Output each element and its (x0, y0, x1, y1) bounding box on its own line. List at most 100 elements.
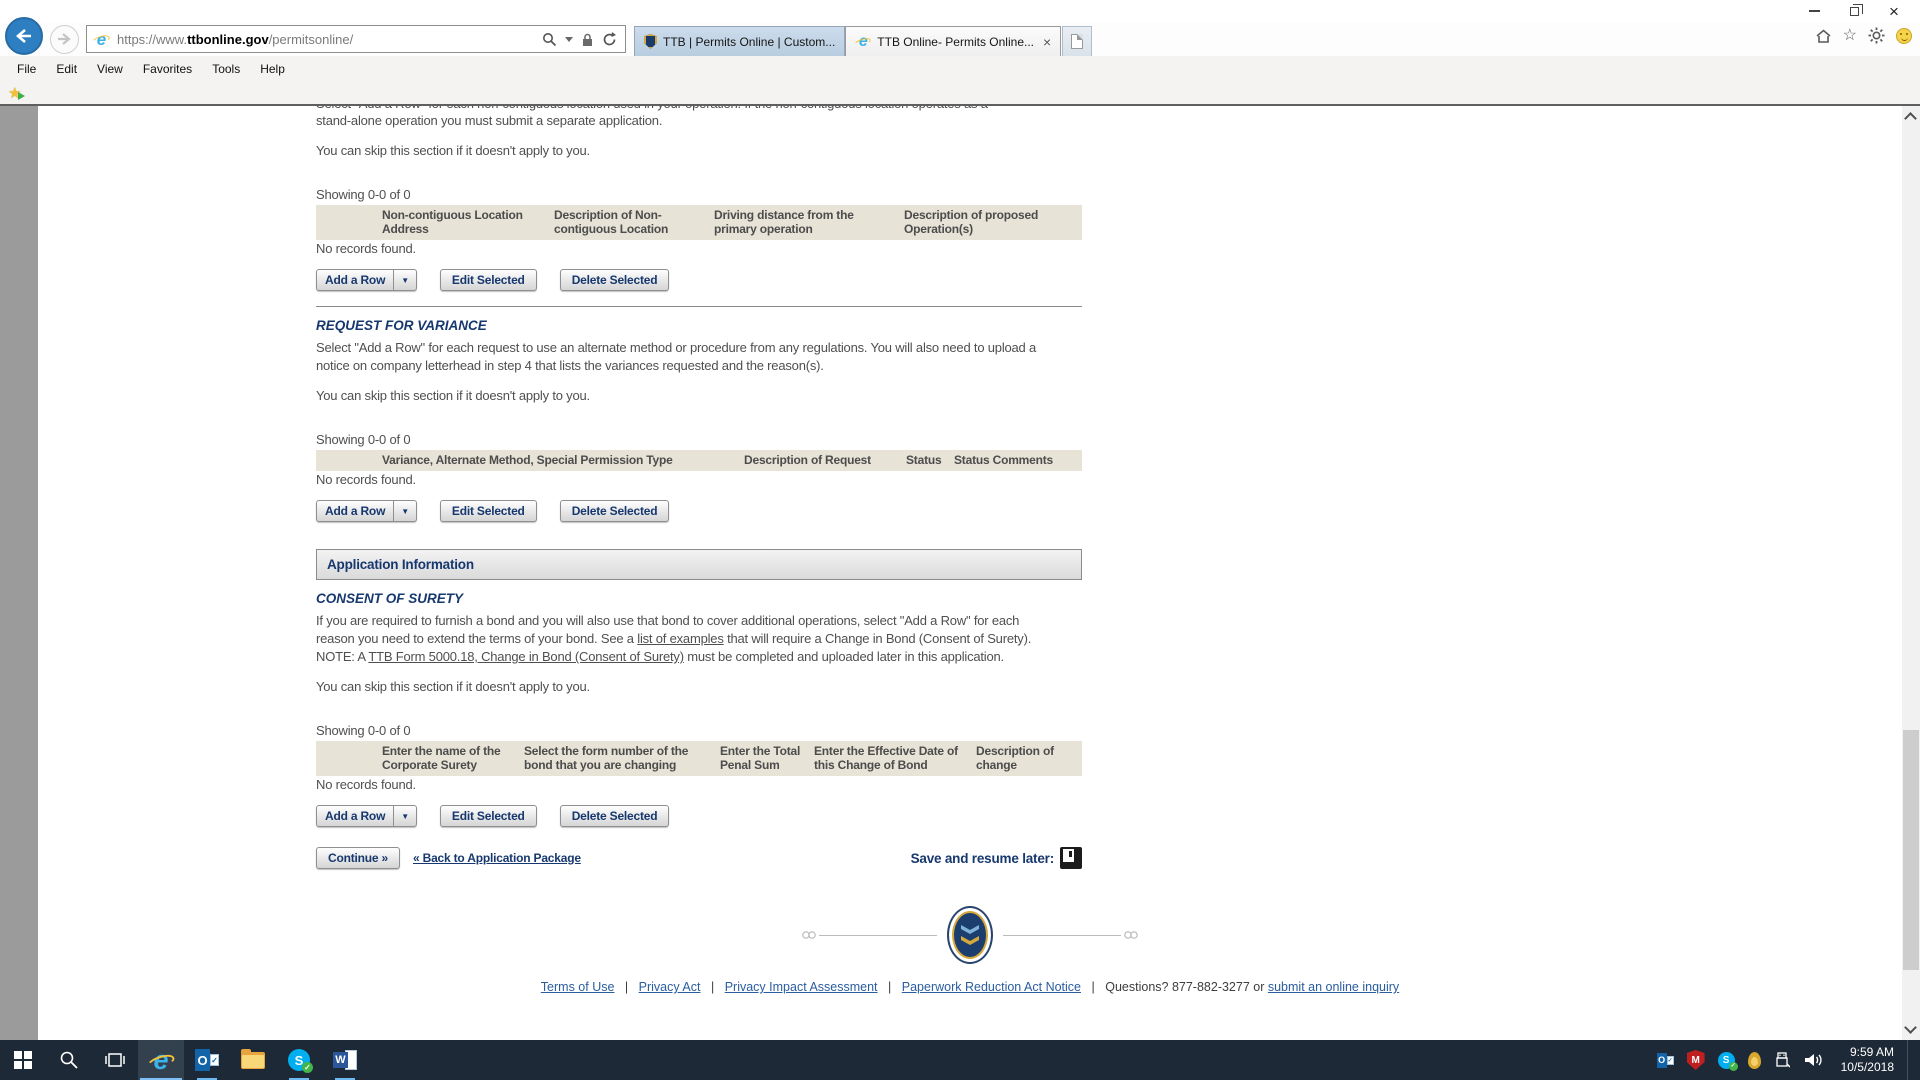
taskbar-outlook-button[interactable]: O✓ (184, 1040, 230, 1080)
search-icon (59, 1050, 79, 1070)
taskbar-search-button[interactable] (46, 1040, 92, 1080)
delete-selected-button[interactable]: Delete Selected (560, 269, 670, 291)
menu-tools[interactable]: Tools (202, 62, 250, 76)
column-header: Description of Non-contiguous Location (552, 205, 712, 240)
settings-gear-icon[interactable] (1868, 27, 1885, 44)
taskbar-skype-button[interactable]: S✓ (276, 1040, 322, 1080)
menu-edit[interactable]: Edit (46, 62, 87, 76)
favorites-star-icon[interactable]: ☆ (1843, 28, 1857, 44)
back-button[interactable] (5, 17, 43, 55)
refresh-icon[interactable] (602, 32, 617, 47)
tab-ttb-permits-online[interactable]: TTB | Permits Online | Custom... (634, 26, 845, 56)
new-tab-button[interactable] (1062, 26, 1092, 56)
selector-column (316, 205, 380, 240)
add-favorite-icon[interactable]: ★ (8, 86, 21, 101)
online-inquiry-link[interactable]: submit an online inquiry (1268, 980, 1399, 994)
menu-bar: File Edit View Favorites Tools Help (0, 56, 1920, 82)
search-dropdown-icon[interactable] (565, 37, 573, 42)
column-header: Description of proposed Operation(s) (902, 205, 1082, 240)
column-header: Driving distance from the primary operat… (712, 205, 902, 240)
navigation-bar: e https://www.ttbonline.gov/permitsonlin… (0, 22, 1920, 56)
home-icon[interactable] (1815, 28, 1832, 44)
restore-button[interactable] (1834, 0, 1874, 22)
windows-logo-icon (14, 1051, 32, 1069)
privacy-act-link[interactable]: Privacy Act (639, 980, 701, 994)
table-actions: Add a Row▼ Edit Selected Delete Selected (316, 805, 1082, 827)
add-row-dropdown-icon[interactable]: ▼ (393, 501, 416, 521)
add-row-button[interactable]: Add a Row▼ (316, 500, 417, 522)
column-header: Description of change (974, 741, 1082, 776)
menu-help[interactable]: Help (250, 62, 295, 76)
volume-icon[interactable] (1803, 1051, 1825, 1069)
list-of-examples-link[interactable]: list of examples (637, 631, 723, 646)
show-desktop-button[interactable] (1907, 1040, 1914, 1080)
tab-close-icon[interactable]: × (1043, 35, 1051, 49)
footer-divider (38, 906, 1902, 964)
edit-selected-button[interactable]: Edit Selected (440, 805, 537, 827)
page-left-gutter (0, 106, 38, 1040)
continue-button[interactable]: Continue » (316, 847, 400, 869)
scroll-up-icon[interactable] (1904, 112, 1917, 125)
section-divider (316, 306, 1082, 307)
vertical-scrollbar[interactable] (1902, 106, 1920, 1040)
taskbar-clock[interactable]: 9:59 AM 10/5/2018 (1841, 1045, 1894, 1075)
usb-device-icon[interactable] (1774, 1051, 1790, 1069)
tab-ttb-online-active[interactable]: e TTB Online- Permits Online... × (845, 26, 1061, 56)
start-button[interactable] (0, 1040, 46, 1080)
add-row-button[interactable]: Add a Row▼ (316, 269, 417, 291)
edit-selected-button[interactable]: Edit Selected (440, 269, 537, 291)
mcafee-shield-icon[interactable]: M (1687, 1050, 1705, 1070)
skip-note: You can skip this section if it doesn't … (316, 678, 1082, 695)
surety-text: NOTE: A TTB Form 5000.18, Change in Bond… (316, 648, 1082, 665)
delete-selected-button[interactable]: Delete Selected (560, 805, 670, 827)
tray-flame-icon[interactable] (1748, 1052, 1761, 1069)
close-button[interactable]: × (1874, 0, 1914, 22)
restore-icon (1850, 7, 1859, 16)
no-records-text: No records found. (316, 471, 1082, 488)
selector-column (316, 741, 380, 776)
selector-column (316, 450, 380, 471)
privacy-impact-link[interactable]: Privacy Impact Assessment (725, 980, 878, 994)
address-bar[interactable]: e https://www.ttbonline.gov/permitsonlin… (86, 25, 626, 53)
ttb-form-link[interactable]: TTB Form 5000.18, Change in Bond (Consen… (368, 649, 684, 664)
taskbar-word-button[interactable]: W (322, 1040, 368, 1080)
menu-file[interactable]: File (7, 62, 46, 76)
scroll-down-icon[interactable] (1904, 1021, 1917, 1034)
intro-text: stand-alone operation you must submit a … (316, 112, 1082, 129)
menu-favorites[interactable]: Favorites (133, 62, 202, 76)
taskbar-file-explorer-button[interactable] (230, 1040, 276, 1080)
clock-time: 9:59 AM (1850, 1045, 1894, 1059)
scrollbar-thumb[interactable] (1903, 730, 1919, 970)
internet-explorer-icon: e (148, 1047, 174, 1073)
skype-icon: S✓ (288, 1049, 310, 1071)
add-row-dropdown-icon[interactable]: ▼ (393, 806, 416, 826)
search-icon[interactable] (542, 32, 557, 47)
surety-text: reason you need to extend the terms of y… (316, 630, 1082, 647)
paperwork-reduction-link[interactable]: Paperwork Reduction Act Notice (902, 980, 1081, 994)
ttb-seal-logo (947, 906, 993, 964)
add-row-dropdown-icon[interactable]: ▼ (393, 270, 416, 290)
back-to-application-package-link[interactable]: « Back to Application Package (413, 850, 581, 867)
add-row-button[interactable]: Add a Row▼ (316, 805, 417, 827)
feedback-smiley-icon[interactable] (1896, 28, 1912, 44)
tray-outlook-icon[interactable]: O✓ (1657, 1053, 1674, 1068)
skip-note: You can skip this section if it doesn't … (316, 142, 1082, 159)
record-count: Showing 0-0 of 0 (316, 722, 1082, 739)
divider-ornament (799, 929, 819, 941)
taskbar-ie-button[interactable]: e (138, 1040, 184, 1080)
minimize-icon (1809, 10, 1820, 12)
surety-text: If you are required to furnish a bond an… (316, 612, 1082, 629)
url-text[interactable]: https://www.ttbonline.gov/permitsonline/ (117, 32, 542, 47)
forward-button[interactable] (50, 25, 79, 54)
menu-view[interactable]: View (87, 62, 133, 76)
task-view-button[interactable] (92, 1040, 138, 1080)
close-icon: × (1889, 3, 1899, 20)
tray-skype-icon[interactable]: S✓ (1718, 1052, 1735, 1069)
edit-selected-button[interactable]: Edit Selected (440, 500, 537, 522)
save-disk-icon[interactable] (1060, 847, 1082, 869)
delete-selected-button[interactable]: Delete Selected (560, 500, 670, 522)
minimize-button[interactable] (1794, 0, 1834, 22)
save-resume-label: Save and resume later: (911, 850, 1054, 867)
column-header: Non-contiguous Location Address (380, 205, 552, 240)
terms-of-use-link[interactable]: Terms of Use (541, 980, 615, 994)
